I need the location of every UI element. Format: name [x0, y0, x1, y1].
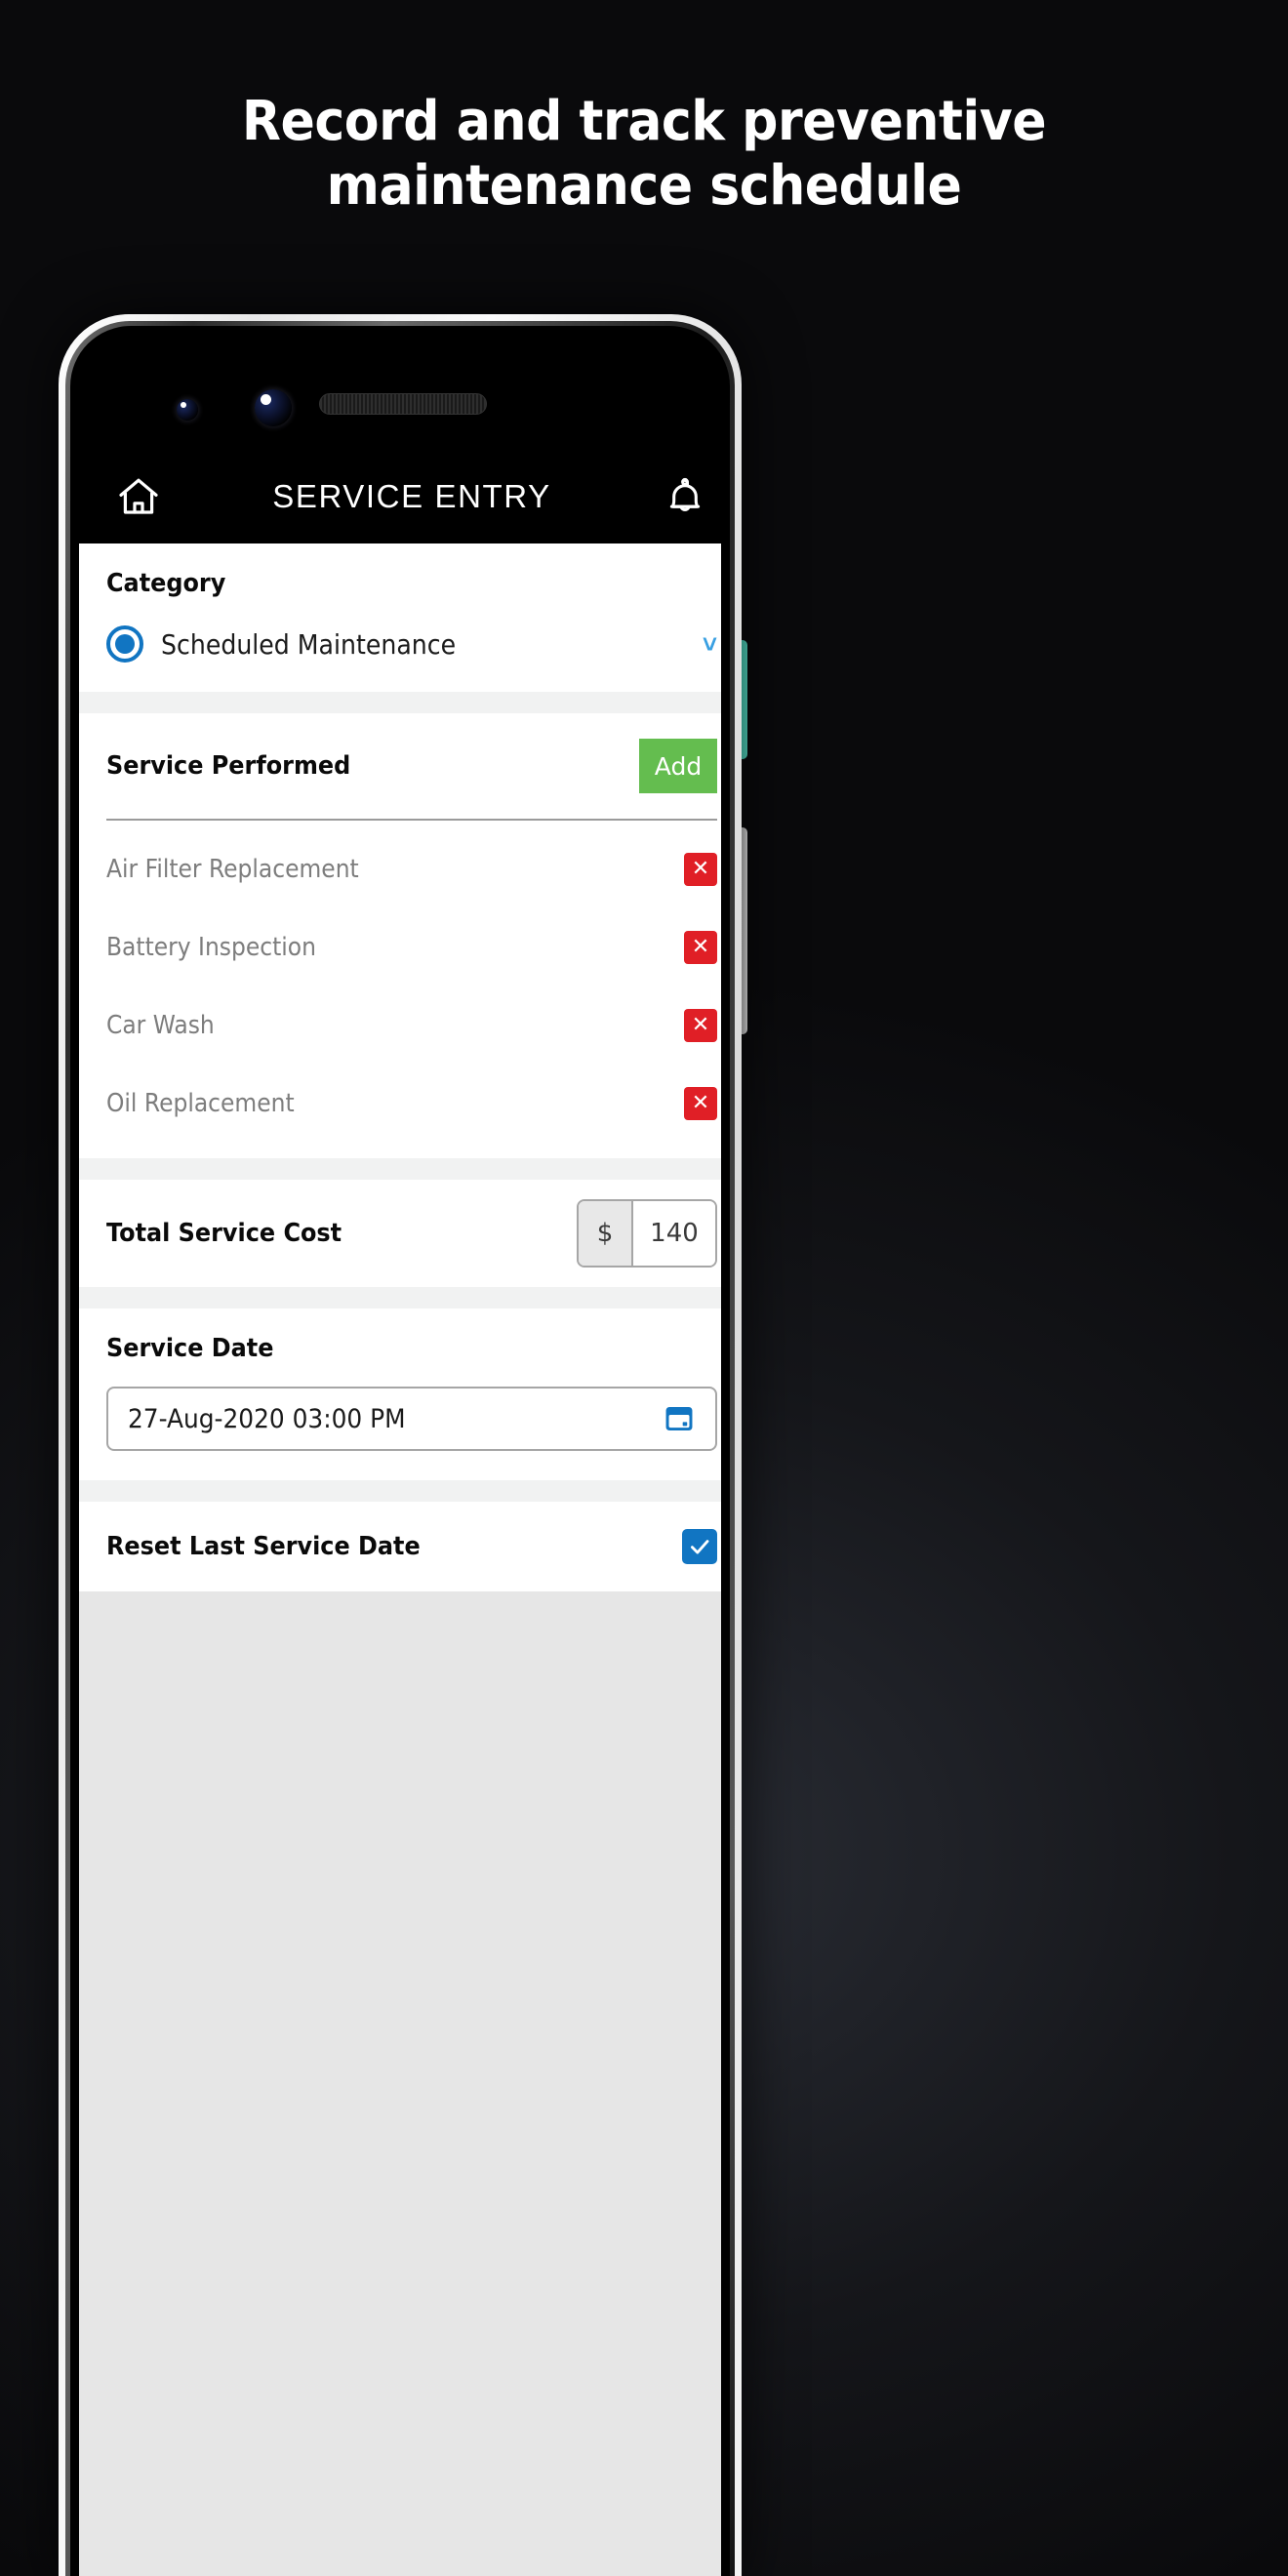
phone-frame-inner: SERVICE ENTRY Category Scheduled Mainten…	[70, 326, 730, 2576]
add-service-button[interactable]: Add	[639, 739, 717, 793]
home-button[interactable]	[108, 466, 169, 527]
section-divider	[79, 692, 721, 713]
service-performed-header: Service Performed Add	[79, 713, 721, 819]
total-service-cost-section: Total Service Cost $ 140	[79, 1180, 721, 1287]
headline-line-2: maintenance schedule	[326, 154, 962, 219]
category-select-row[interactable]: Scheduled Maintenance ˅	[106, 625, 717, 663]
service-list-item[interactable]: Car Wash ✕	[79, 996, 721, 1055]
reset-last-service-date-section: Reset Last Service Date	[79, 1502, 721, 1591]
service-date-value: 27-Aug-2020 03:00 PM	[128, 1403, 406, 1434]
service-date-input[interactable]: 27-Aug-2020 03:00 PM	[106, 1387, 717, 1451]
total-service-cost-label: Total Service Cost	[106, 1219, 342, 1248]
phone-screen: SERVICE ENTRY Category Scheduled Mainten…	[79, 335, 721, 2576]
bell-icon	[669, 477, 701, 511]
service-item-name: Battery Inspection	[106, 933, 316, 962]
service-list-divider	[106, 819, 717, 821]
home-icon	[119, 478, 158, 514]
service-performed-label: Service Performed	[106, 751, 351, 781]
delete-service-button[interactable]: ✕	[684, 853, 717, 886]
section-divider	[79, 1480, 721, 1502]
earpiece-speaker-icon	[319, 393, 487, 415]
app-content-scroll[interactable]: Category Scheduled Maintenance ˅ Service…	[79, 543, 721, 2576]
service-list-item[interactable]: Air Filter Replacement ✕	[79, 840, 721, 899]
app-header: SERVICE ENTRY	[79, 450, 721, 543]
service-list-item[interactable]: Battery Inspection ✕	[79, 918, 721, 977]
notifications-button[interactable]	[655, 466, 715, 527]
chevron-down-icon[interactable]: ˅	[703, 629, 717, 660]
delete-service-button[interactable]: ✕	[684, 1009, 717, 1042]
promo-screenshot: Record and track preventive maintenance …	[0, 0, 1288, 2576]
service-list-item[interactable]: Oil Replacement ✕	[79, 1074, 721, 1133]
radio-dot-icon	[115, 634, 135, 654]
headline-line-1: Record and track preventive	[241, 90, 1047, 153]
reset-last-service-date-checkbox[interactable]	[682, 1529, 717, 1564]
front-camera-small-icon	[177, 399, 198, 421]
total-service-cost-input-group[interactable]: $ 140	[577, 1199, 717, 1268]
delete-service-button[interactable]: ✕	[684, 931, 717, 964]
front-camera-large-icon	[255, 389, 292, 426]
category-label: Category	[106, 569, 226, 598]
category-section: Category Scheduled Maintenance ˅	[79, 543, 721, 692]
service-item-name: Oil Replacement	[106, 1089, 295, 1118]
checkmark-icon	[691, 1540, 709, 1554]
calendar-icon[interactable]	[663, 1402, 696, 1435]
currency-symbol: $	[579, 1201, 633, 1266]
phone-frame-midband: SERVICE ENTRY Category Scheduled Mainten…	[65, 321, 735, 2576]
page-title: SERVICE ENTRY	[272, 478, 551, 514]
service-item-name: Car Wash	[106, 1011, 215, 1040]
service-item-name: Air Filter Replacement	[106, 855, 359, 884]
category-selected-value: Scheduled Maintenance	[161, 627, 457, 661]
reset-last-service-date-label: Reset Last Service Date	[106, 1532, 421, 1561]
section-divider	[79, 1158, 721, 1180]
service-list-spacer	[79, 1133, 721, 1158]
service-performed-section: Service Performed Add Air Filter Replace…	[79, 713, 721, 1158]
delete-service-button[interactable]: ✕	[684, 1087, 717, 1120]
promo-headline: Record and track preventive maintenance …	[45, 90, 1243, 219]
service-date-label: Service Date	[106, 1334, 274, 1363]
section-divider	[79, 1287, 721, 1308]
service-date-section: Service Date 27-Aug-2020 03:00 PM	[79, 1308, 721, 1480]
phone-device-mockup: SERVICE ENTRY Category Scheduled Mainten…	[59, 314, 742, 2576]
content-empty-area	[79, 1591, 721, 1982]
phone-notch-area	[79, 376, 721, 452]
total-service-cost-input[interactable]: 140	[633, 1201, 715, 1266]
category-radio-selected[interactable]	[106, 625, 143, 663]
